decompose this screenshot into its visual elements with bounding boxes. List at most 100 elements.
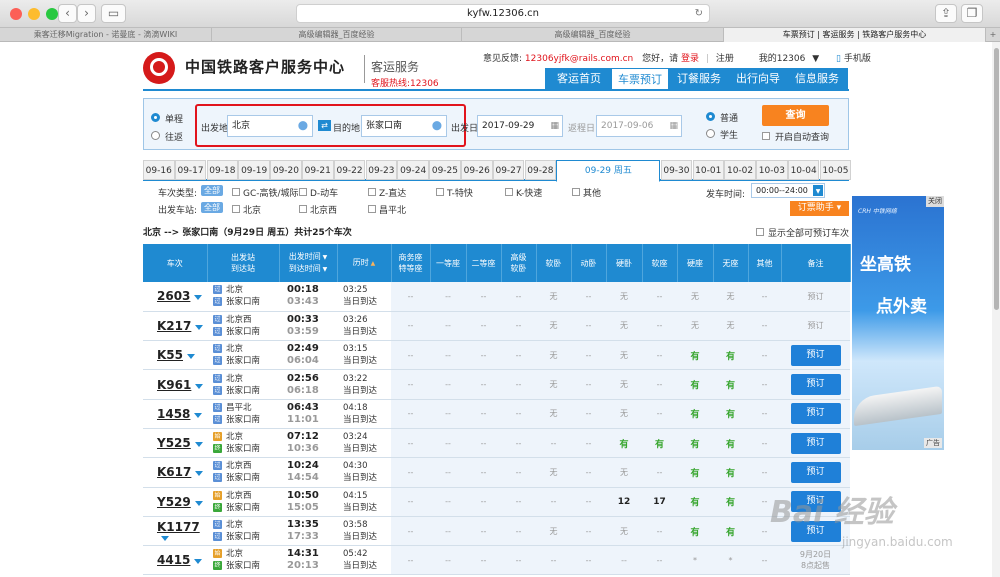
chevron-down-icon[interactable]: ▼ bbox=[812, 54, 819, 64]
station-filter-checkbox[interactable] bbox=[299, 205, 307, 213]
seat-cell[interactable]: 无 bbox=[606, 369, 642, 400]
date-tab[interactable]: 10-03 bbox=[756, 160, 788, 180]
seat-cell[interactable]: 有 bbox=[677, 516, 713, 547]
nav-info[interactable]: 信息服务 bbox=[788, 68, 846, 90]
register-link[interactable]: 注册 bbox=[716, 54, 734, 64]
arrive-station[interactable]: 终张家口南 bbox=[207, 560, 279, 572]
browser-tab[interactable]: 高级编辑器_百度经验 bbox=[462, 28, 724, 42]
seat-cell[interactable]: 有 bbox=[713, 457, 748, 488]
date-tab[interactable]: 09-23 bbox=[365, 160, 398, 180]
depart-station[interactable]: 过北京 bbox=[207, 373, 279, 385]
train-number-link[interactable]: Y529 bbox=[157, 495, 191, 509]
all-stations-button[interactable]: 全部 bbox=[201, 202, 223, 213]
depart-time-select[interactable]: 00:00--24:00 ▼ bbox=[751, 183, 825, 198]
sort-icon[interactable]: ▼ bbox=[321, 266, 328, 273]
reload-icon[interactable]: ↻ bbox=[695, 5, 703, 22]
book-button[interactable]: 预订 bbox=[790, 344, 841, 366]
seat-cell[interactable]: 无 bbox=[536, 282, 571, 312]
arrive-station[interactable]: 过张家口南 bbox=[207, 385, 279, 397]
date-tab[interactable]: 09-29 周五 bbox=[556, 160, 661, 182]
nav-home[interactable]: 客运首页 bbox=[549, 68, 609, 90]
seat-cell[interactable]: 有 bbox=[606, 428, 642, 459]
nav-guide[interactable]: 出行向导 bbox=[728, 68, 788, 90]
seat-cell[interactable]: 有 bbox=[713, 340, 748, 371]
to-station-input[interactable]: 张家口南 ⬤ bbox=[361, 115, 447, 137]
seat-cell[interactable]: * bbox=[677, 545, 713, 576]
booking-helper-button[interactable]: 订票助手 ▾ bbox=[790, 201, 849, 216]
train-number-link[interactable]: K55 bbox=[157, 348, 183, 362]
depart-station[interactable]: 始北京 bbox=[207, 431, 279, 443]
seat-cell[interactable]: 无 bbox=[536, 516, 571, 547]
address-bar[interactable]: kyfw.12306.cn ↻ bbox=[296, 4, 710, 23]
station-filter-checkbox[interactable] bbox=[232, 205, 240, 213]
ad-close-button[interactable]: 关闭 bbox=[926, 196, 944, 207]
chevron-down-icon[interactable] bbox=[187, 354, 195, 360]
column-header[interactable]: 历时 ▲ bbox=[337, 244, 392, 282]
type-filter-checkbox[interactable] bbox=[232, 188, 240, 196]
date-tab[interactable]: 09-28 bbox=[524, 160, 557, 180]
depart-station[interactable]: 过北京西 bbox=[207, 314, 279, 326]
seat-cell[interactable]: 有 bbox=[642, 428, 677, 459]
roundtrip-radio[interactable] bbox=[151, 131, 160, 140]
depart-station[interactable]: 过北京 bbox=[207, 343, 279, 355]
train-number-link[interactable]: 1458 bbox=[157, 407, 190, 421]
share-icon[interactable]: ⇪ bbox=[935, 4, 957, 23]
train-number-link[interactable]: Y525 bbox=[157, 436, 191, 450]
seat-cell[interactable]: * bbox=[713, 545, 748, 576]
chevron-down-icon[interactable] bbox=[195, 471, 204, 477]
seat-cell[interactable]: 12 bbox=[606, 487, 642, 517]
train-number-link[interactable]: 4415 bbox=[157, 553, 190, 567]
seat-cell[interactable]: 有 bbox=[677, 457, 713, 488]
seat-cell[interactable]: 17 bbox=[642, 487, 677, 517]
seat-cell[interactable]: 无 bbox=[536, 369, 571, 400]
book-button[interactable]: 预订 bbox=[790, 461, 841, 483]
train-number-link[interactable]: K961 bbox=[157, 378, 191, 392]
chevron-down-icon[interactable] bbox=[194, 500, 203, 506]
date-tab[interactable]: 09-27 bbox=[492, 160, 525, 180]
depart-station[interactable]: 过北京 bbox=[207, 519, 279, 531]
depart-station[interactable]: 始北京 bbox=[207, 548, 279, 560]
seat-cell[interactable]: 有 bbox=[677, 428, 713, 459]
date-tab[interactable]: 09-18 bbox=[206, 160, 239, 180]
sort-asc-icon[interactable]: ▲ bbox=[369, 260, 376, 267]
seat-cell[interactable]: 无 bbox=[606, 340, 642, 371]
seat-cell[interactable]: 有 bbox=[677, 340, 713, 371]
seat-cell[interactable]: 有 bbox=[677, 399, 713, 429]
date-tab[interactable]: 09-19 bbox=[238, 160, 270, 180]
chevron-down-icon[interactable] bbox=[194, 559, 203, 565]
type-filter-checkbox[interactable] bbox=[505, 188, 513, 196]
date-tab[interactable]: 09-17 bbox=[174, 160, 207, 180]
ad-banner[interactable]: CRH 中铁网络 关闭 坐高铁 点外卖 广告 bbox=[852, 196, 944, 450]
from-station-input[interactable]: 北京 ⬤ bbox=[227, 115, 313, 137]
forward-icon[interactable]: › bbox=[77, 4, 96, 23]
date-tab[interactable]: 10-05 bbox=[819, 160, 852, 180]
train-number-link[interactable]: K1177 bbox=[157, 520, 200, 534]
date-tab[interactable]: 09-24 bbox=[397, 160, 429, 180]
calendar-icon[interactable]: ▦ bbox=[669, 116, 678, 136]
date-tab[interactable]: 09-22 bbox=[333, 160, 366, 180]
seat-cell[interactable]: 无 bbox=[536, 311, 571, 342]
seat-cell[interactable]: 无 bbox=[713, 311, 748, 342]
book-button[interactable]: 预订 bbox=[790, 432, 841, 454]
type-filter-checkbox[interactable] bbox=[436, 188, 444, 196]
train-number-link[interactable]: 2603 bbox=[157, 289, 190, 303]
oneway-radio[interactable] bbox=[151, 113, 160, 122]
arrive-station[interactable]: 终张家口南 bbox=[207, 502, 279, 514]
scrollbar-thumb[interactable] bbox=[994, 48, 999, 310]
browser-tab[interactable]: 乘客迁移Migration - 诺曼底 - 滴滴WIKI bbox=[0, 28, 212, 42]
seat-cell[interactable]: 无 bbox=[606, 516, 642, 547]
sidebar-icon[interactable]: ▭ bbox=[101, 4, 126, 23]
seat-cell[interactable]: 有 bbox=[713, 428, 748, 459]
train-number-link[interactable]: K617 bbox=[157, 465, 191, 479]
chevron-down-icon[interactable] bbox=[194, 412, 203, 418]
auto-query-checkbox[interactable] bbox=[762, 132, 770, 140]
depart-date-input[interactable]: 2017-09-29 ▦ bbox=[477, 115, 563, 137]
seat-cell[interactable]: 有 bbox=[677, 487, 713, 517]
seat-cell[interactable]: 有 bbox=[713, 487, 748, 517]
calendar-icon[interactable]: ▦ bbox=[550, 116, 559, 136]
depart-station[interactable]: 过北京 bbox=[207, 284, 279, 296]
login-link[interactable]: 登录 bbox=[681, 54, 699, 64]
seat-cell[interactable]: 有 bbox=[713, 516, 748, 547]
date-tab[interactable]: 10-01 bbox=[692, 160, 724, 180]
close-window-icon[interactable] bbox=[10, 8, 22, 20]
